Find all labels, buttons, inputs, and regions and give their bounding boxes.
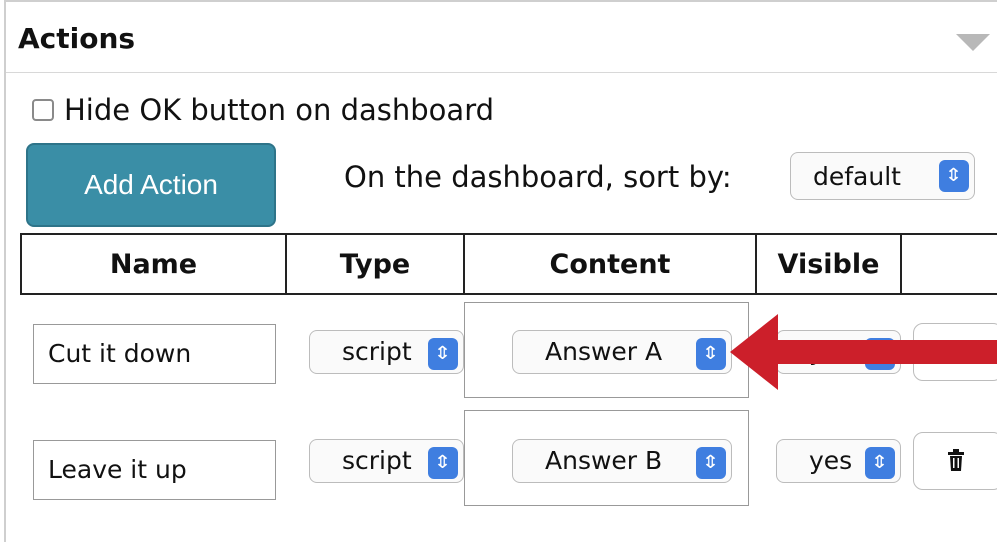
sort-label: On the dashboard, sort by: bbox=[344, 160, 732, 194]
delete-action-button[interactable] bbox=[913, 432, 997, 490]
action-name-input[interactable]: Cut it down bbox=[33, 324, 276, 384]
type-select[interactable]: script ⇕ bbox=[309, 439, 464, 483]
up-down-chevron-icon: ⇕ bbox=[428, 447, 458, 479]
content-select[interactable]: Answer A ⇕ bbox=[512, 330, 732, 374]
header-content: Content bbox=[463, 233, 757, 295]
content-select[interactable]: Answer B ⇕ bbox=[512, 439, 732, 483]
sort-select[interactable]: default ⇕ bbox=[790, 152, 975, 200]
visible-select-value: yes bbox=[809, 337, 853, 366]
panel-title: Actions bbox=[18, 22, 136, 55]
header-visible: Visible bbox=[755, 233, 902, 295]
hide-ok-row: Hide OK button on dashboard bbox=[32, 90, 494, 130]
table-header-row: Name Type Content Visible bbox=[20, 233, 997, 295]
header-name: Name bbox=[20, 233, 287, 295]
visible-select-value: yes bbox=[809, 446, 853, 475]
panel-header: Actions bbox=[6, 2, 997, 73]
table-row: Leave it up script ⇕ Answer B ⇕ yes ⇕ bbox=[21, 406, 997, 517]
visible-select[interactable]: yes ⇕ bbox=[776, 439, 901, 483]
type-select-value: script bbox=[342, 337, 412, 366]
content-select-value: Answer B bbox=[545, 446, 663, 475]
content-select-value: Answer A bbox=[545, 337, 663, 366]
header-type: Type bbox=[285, 233, 465, 295]
trash-icon bbox=[948, 340, 964, 362]
up-down-chevron-icon: ⇕ bbox=[865, 338, 895, 370]
delete-action-button[interactable] bbox=[913, 323, 997, 381]
up-down-chevron-icon: ⇕ bbox=[696, 338, 726, 370]
sort-select-value: default bbox=[813, 162, 901, 191]
actions-table: Name Type Content Visible Cut it down sc… bbox=[20, 233, 997, 517]
table-row: Cut it down script ⇕ Answer A ⇕ yes ⇕ bbox=[21, 294, 997, 406]
up-down-chevron-icon: ⇕ bbox=[865, 447, 895, 479]
hide-ok-label: Hide OK button on dashboard bbox=[64, 93, 495, 127]
up-down-chevron-icon: ⇕ bbox=[939, 160, 969, 192]
visible-select[interactable]: yes ⇕ bbox=[776, 330, 901, 374]
hide-ok-checkbox[interactable] bbox=[32, 99, 54, 121]
action-name-input[interactable]: Leave it up bbox=[33, 440, 276, 500]
triangle-down-icon[interactable] bbox=[956, 34, 990, 51]
trash-icon bbox=[948, 449, 964, 471]
type-select-value: script bbox=[342, 446, 412, 475]
up-down-chevron-icon: ⇕ bbox=[428, 338, 458, 370]
type-select[interactable]: script ⇕ bbox=[309, 330, 464, 374]
add-action-button[interactable]: Add Action bbox=[26, 143, 276, 227]
header-actions bbox=[900, 233, 997, 295]
up-down-chevron-icon: ⇕ bbox=[696, 447, 726, 479]
